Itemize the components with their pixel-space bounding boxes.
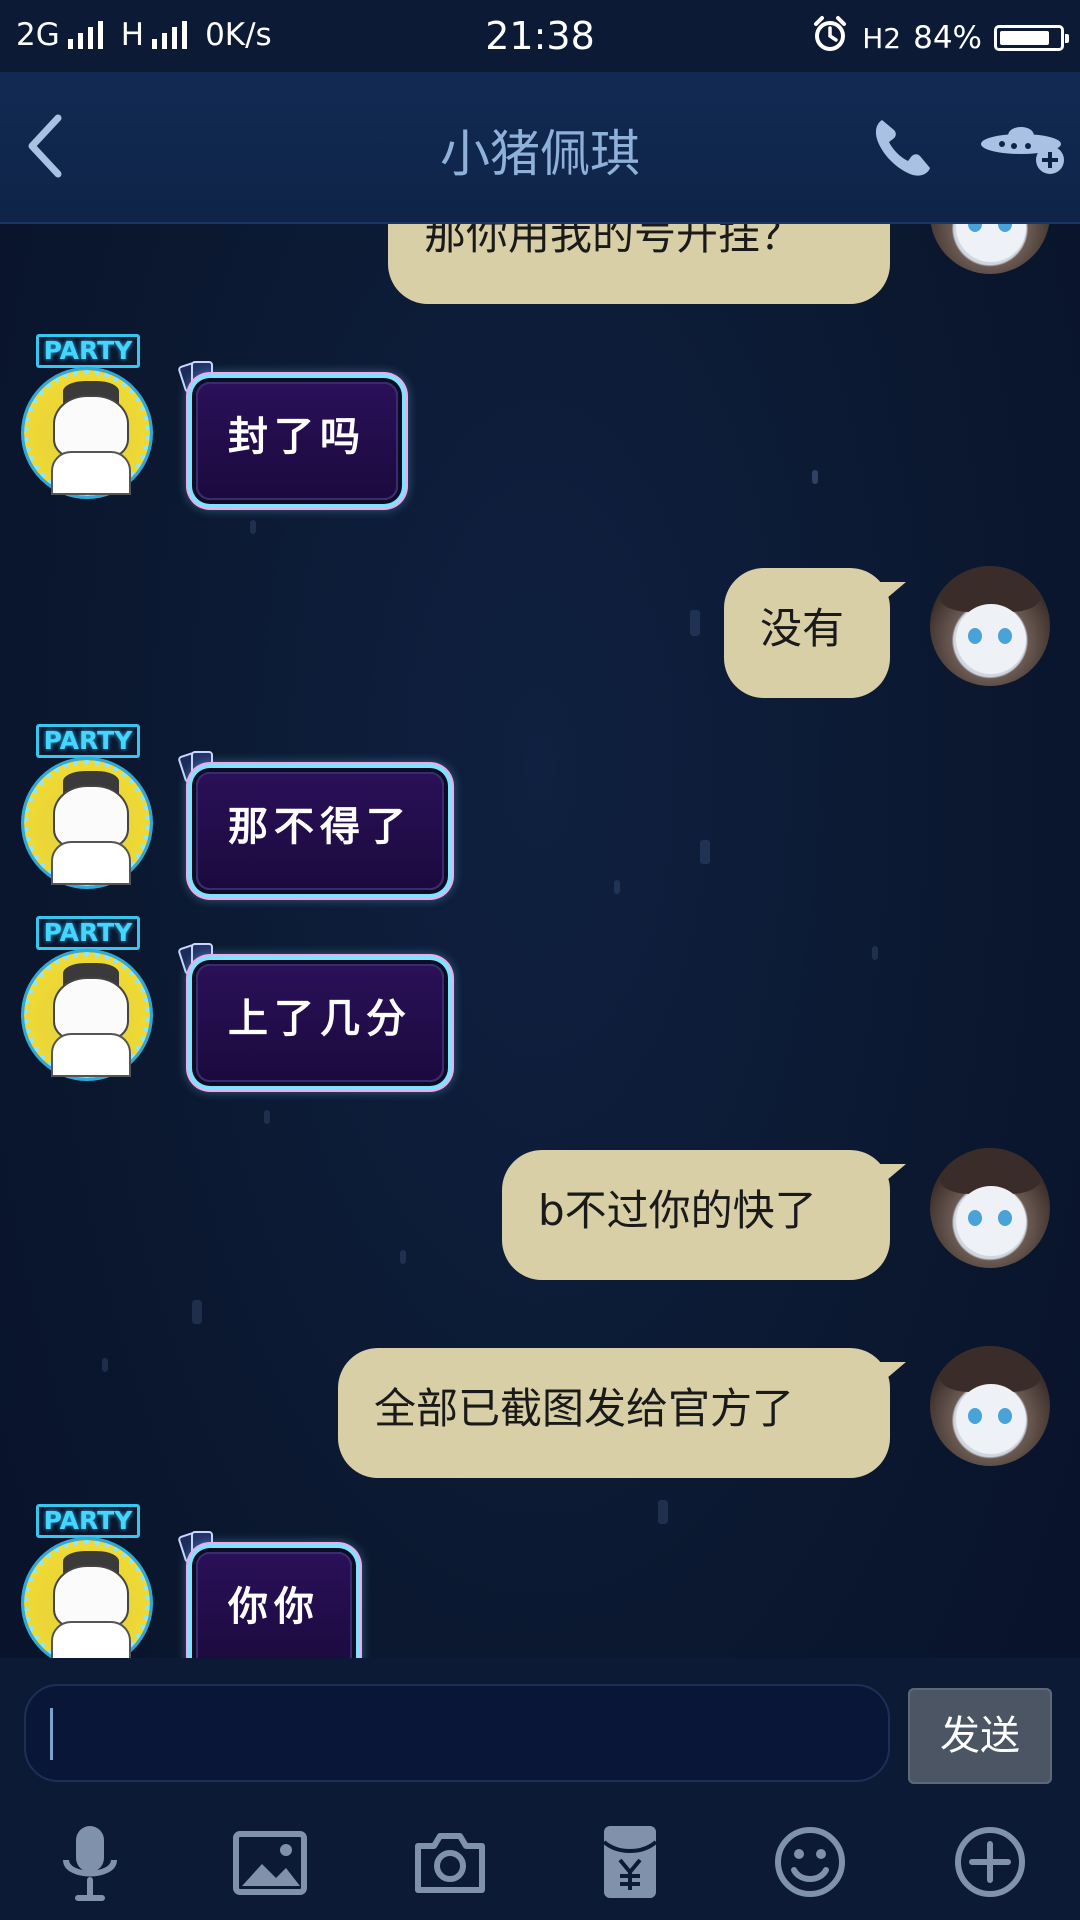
battery-icon <box>994 25 1069 51</box>
call-button[interactable] <box>868 112 938 182</box>
my-avatar[interactable] <box>930 1148 1050 1268</box>
contact-avatar[interactable]: PARTY <box>22 334 162 496</box>
title-bar: 小猪佩琪 <box>0 72 1080 224</box>
message-bubble-sent[interactable]: 没有 <box>724 568 906 698</box>
ufo-plus-icon <box>981 127 1064 174</box>
my-avatar[interactable] <box>930 1346 1050 1466</box>
status-bar: 2G H 0K/s 21:38 H2 84% <box>0 0 1080 72</box>
message-text: 没有 <box>760 604 845 653</box>
my-avatar[interactable] <box>930 224 1050 274</box>
message-bubble-sent[interactable]: 那你用我的号开挂？ <box>388 224 890 304</box>
message-bubble-sent[interactable]: 全部已截图发给官方了 <box>338 1348 906 1478</box>
contact-avatar[interactable]: PARTY <box>22 724 162 886</box>
send-button[interactable]: 发送 <box>908 1688 1052 1784</box>
text-caret <box>50 1708 53 1760</box>
message-bubble-received[interactable]: 那不得了 <box>196 772 444 890</box>
message-input[interactable] <box>24 1684 890 1782</box>
message-list[interactable]: 那你用我的号开挂？ PARTY 封了吗 没有 PARTY 那不得了 PARTY … <box>0 224 1080 1658</box>
contact-avatar[interactable]: PARTY <box>22 1504 162 1658</box>
party-badge: PARTY <box>36 916 140 950</box>
message-text: 封了吗 <box>228 414 366 460</box>
more-options-button[interactable] <box>978 112 1070 182</box>
alarm-icon <box>810 14 850 62</box>
chat-screen: 2G H 0K/s 21:38 H2 84% 小猪佩琪 那你用我的号开挂？ PA… <box>0 0 1080 1920</box>
party-badge: PARTY <box>36 724 140 758</box>
image-icon[interactable] <box>228 1820 312 1904</box>
message-bubble-received[interactable]: 你你 <box>196 1552 352 1658</box>
message-bubble-received[interactable]: 封了吗 <box>196 382 398 500</box>
contact-avatar[interactable]: PARTY <box>22 916 162 1078</box>
microphone-icon[interactable] <box>48 1820 132 1904</box>
phone-icon <box>875 120 930 176</box>
plus-circle-icon[interactable] <box>948 1820 1032 1904</box>
message-text: 那你用我的号开挂？ <box>424 224 803 259</box>
party-badge: PARTY <box>36 1504 140 1538</box>
my-avatar[interactable] <box>930 566 1050 686</box>
message-text: 你你 <box>228 1584 320 1630</box>
party-badge: PARTY <box>36 334 140 368</box>
message-text: 全部已截图发给官方了 <box>374 1384 795 1433</box>
message-bubble-sent[interactable]: b不过你的快了 <box>502 1150 906 1280</box>
input-bar: 发送 <box>0 1658 1080 1798</box>
battery-percent: 84% <box>913 20 982 56</box>
emoji-icon[interactable] <box>768 1820 852 1904</box>
message-bubble-received[interactable]: 上了几分 <box>196 964 444 1082</box>
camera-icon[interactable] <box>408 1820 492 1904</box>
message-text: 那不得了 <box>228 804 412 850</box>
h2-network-icon: H2 <box>862 21 902 55</box>
bottom-toolbar <box>0 1798 1080 1920</box>
red-packet-icon[interactable] <box>588 1820 672 1904</box>
message-text: b不过你的快了 <box>538 1186 817 1235</box>
message-text: 上了几分 <box>228 996 412 1042</box>
